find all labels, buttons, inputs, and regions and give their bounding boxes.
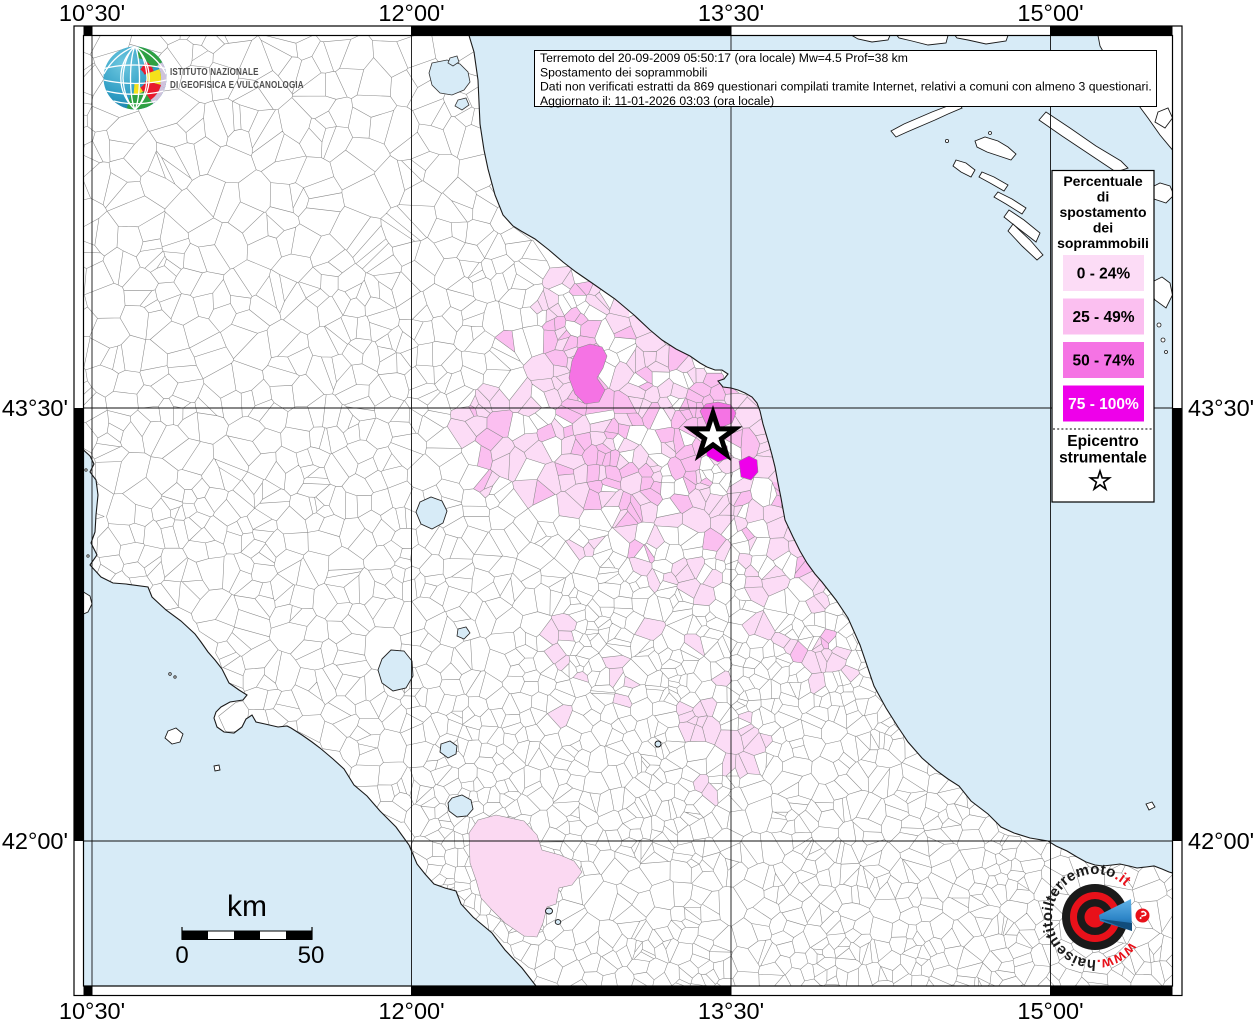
svg-text:Percentuale: Percentuale — [1063, 173, 1143, 189]
svg-text:di: di — [1097, 189, 1109, 205]
svg-text:42°00': 42°00' — [1188, 828, 1254, 854]
svg-text:dei: dei — [1093, 220, 1113, 236]
svg-text:75 - 100%: 75 - 100% — [1068, 396, 1139, 413]
svg-text:12°00': 12°00' — [378, 0, 444, 26]
svg-text:25 - 49%: 25 - 49% — [1072, 309, 1134, 326]
svg-text:15°00': 15°00' — [1017, 0, 1083, 26]
svg-text:Dati non verificati estratti d: Dati non verificati estratti da 869 ques… — [540, 80, 1152, 94]
svg-text:10°30': 10°30' — [59, 0, 125, 26]
svg-text:0: 0 — [175, 942, 188, 969]
svg-text:km: km — [227, 890, 267, 923]
svg-text:43°30': 43°30' — [2, 395, 68, 421]
svg-text:50: 50 — [298, 942, 325, 969]
svg-text:ISTITUTO NAZIONALE: ISTITUTO NAZIONALE — [170, 66, 259, 77]
svg-text:Terremoto del 20-09-2009 05:50: Terremoto del 20-09-2009 05:50:17 (ora l… — [540, 51, 908, 65]
svg-text:13°30': 13°30' — [698, 0, 764, 26]
svg-text:42°00': 42°00' — [2, 828, 68, 854]
svg-text:12°00': 12°00' — [378, 998, 444, 1024]
svg-text:strumentale: strumentale — [1059, 450, 1147, 467]
svg-text:soprammobili: soprammobili — [1057, 235, 1149, 251]
svg-text:10°30': 10°30' — [59, 998, 125, 1024]
svg-text:Aggiornato il: 11-01-2026 03:0: Aggiornato il: 11-01-2026 03:03 (ora loc… — [540, 94, 774, 108]
svg-text:15°00': 15°00' — [1017, 998, 1083, 1024]
svg-text:Spostamento dei soprammobili: Spostamento dei soprammobili — [540, 65, 707, 79]
svg-text:13°30': 13°30' — [698, 998, 764, 1024]
svg-text:43°30': 43°30' — [1188, 395, 1254, 421]
svg-text:Epicentro: Epicentro — [1067, 433, 1138, 450]
svg-text:DI GEOFISICA E VULCANOLOGIA: DI GEOFISICA E VULCANOLOGIA — [170, 79, 304, 90]
svg-text:spostamento: spostamento — [1059, 204, 1146, 220]
svg-text:50 - 74%: 50 - 74% — [1072, 353, 1134, 370]
svg-text:0 - 24%: 0 - 24% — [1077, 266, 1131, 283]
